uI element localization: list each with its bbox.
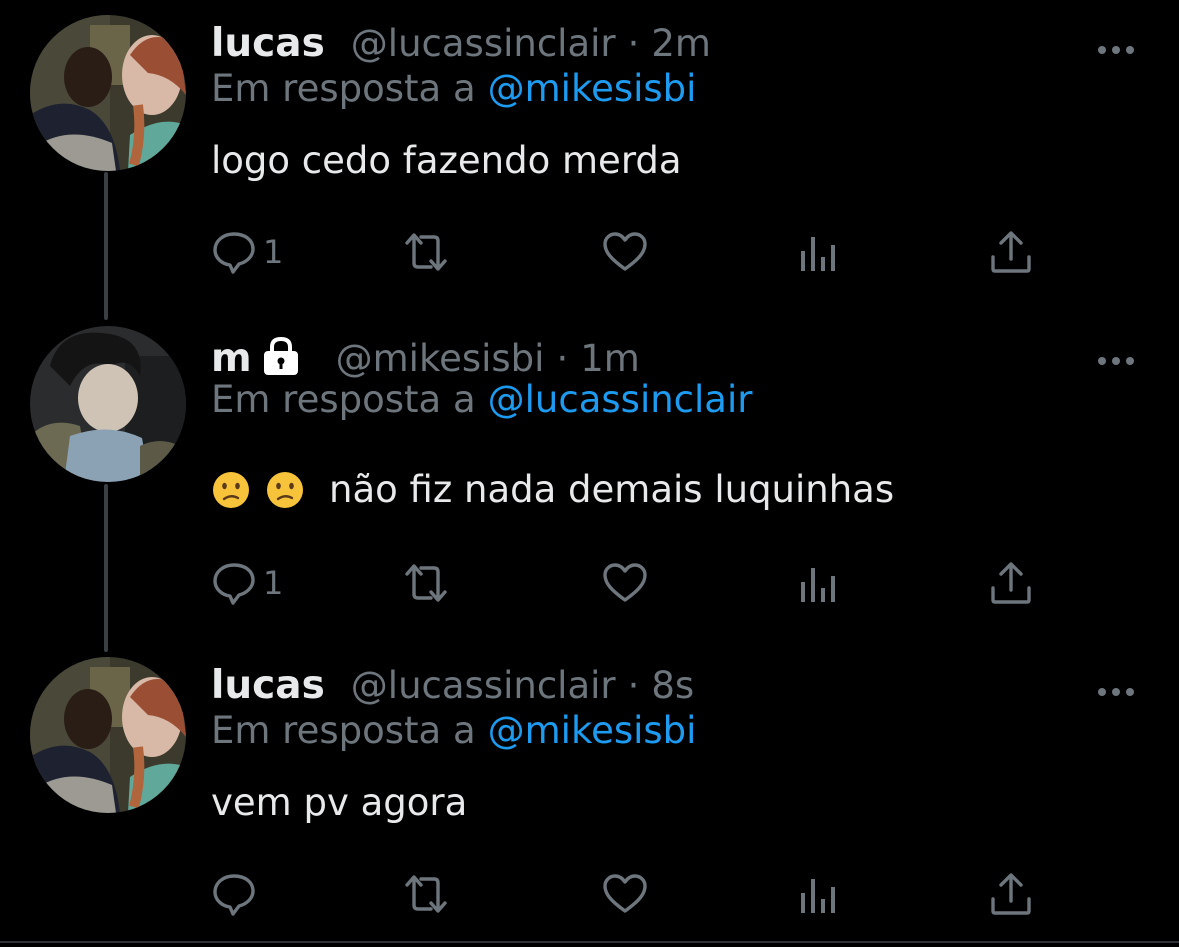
avatar[interactable]: [30, 657, 186, 813]
share-upload-icon: [991, 231, 1031, 273]
share-upload-icon: [991, 873, 1031, 915]
like-button[interactable]: [601, 558, 649, 608]
more-horizontal-icon[interactable]: [1096, 685, 1136, 699]
reply-mention-link[interactable]: @mikesisbi: [488, 67, 697, 110]
display-name[interactable]: m: [211, 336, 252, 381]
tweet-actions: [211, 869, 1061, 919]
reply-prefix: Em resposta a: [211, 709, 476, 752]
tweet-thread: lucas @lucassinclair · 2m Em resposta a @…: [0, 0, 1179, 947]
tweet-text: não fiz nada demais luquinhas: [211, 468, 894, 511]
avatar-photo-mike: [30, 326, 186, 482]
reply-mention-link[interactable]: @lucassinclair: [488, 378, 753, 421]
more-horizontal-icon[interactable]: [1096, 354, 1136, 368]
heart-icon: [603, 232, 647, 271]
reply-prefix: Em resposta a: [211, 67, 476, 110]
reply-context: Em resposta a @mikesisbi: [211, 67, 696, 110]
reply-bubble-icon: [213, 563, 255, 605]
display-name[interactable]: lucas: [211, 21, 325, 66]
reply-prefix: Em resposta a: [211, 378, 476, 421]
display-name[interactable]: lucas: [211, 663, 325, 708]
timestamp[interactable]: 1m: [580, 337, 640, 380]
share-upload-icon: [991, 562, 1031, 604]
heart-icon: [603, 563, 647, 602]
retweet-icon: [405, 875, 447, 913]
tweet-header: lucas @lucassinclair · 8s: [211, 657, 694, 713]
share-button[interactable]: [989, 227, 1033, 277]
views-bar-chart-icon: [801, 568, 835, 602]
bottom-divider: [0, 941, 1179, 943]
views-bar-chart-icon: [801, 237, 835, 271]
separator-dot: ·: [627, 21, 640, 65]
reply-button[interactable]: 1: [211, 227, 283, 277]
tweet[interactable]: m @mikesisbi · 1m Em resposta a @lucassin…: [0, 326, 1179, 626]
timestamp[interactable]: 8s: [651, 664, 694, 707]
lock-icon: [260, 336, 302, 376]
user-handle[interactable]: @lucassinclair: [351, 22, 616, 65]
views-button[interactable]: [799, 558, 839, 608]
share-button[interactable]: [989, 558, 1033, 608]
avatar-photo-lucas: [30, 657, 186, 813]
more-horizontal-icon[interactable]: [1096, 43, 1136, 57]
reply-bubble-icon: [213, 874, 255, 916]
retweet-icon: [405, 233, 447, 271]
avatar[interactable]: [30, 326, 186, 482]
avatar[interactable]: [30, 15, 186, 171]
reply-context: Em resposta a @lucassinclair: [211, 378, 752, 421]
reply-button[interactable]: [211, 869, 263, 919]
tweet-header: lucas @lucassinclair · 2m: [211, 15, 711, 71]
reply-bubble-icon: [213, 232, 255, 274]
views-button[interactable]: [799, 869, 839, 919]
share-button[interactable]: [989, 869, 1033, 919]
confused-face-emoji: [211, 470, 251, 510]
retweet-button[interactable]: [401, 227, 451, 277]
reply-button[interactable]: 1: [211, 558, 283, 608]
reply-mention-link[interactable]: @mikesisbi: [488, 709, 697, 752]
tweet[interactable]: lucas @lucassinclair · 8s Em resposta a @…: [0, 657, 1179, 927]
views-button[interactable]: [799, 227, 839, 277]
user-handle[interactable]: @lucassinclair: [351, 664, 616, 707]
retweet-button[interactable]: [401, 869, 451, 919]
separator-dot: ·: [627, 663, 640, 707]
tweet-text: logo cedo fazendo merda: [211, 139, 682, 182]
confused-face-emoji: [265, 470, 305, 510]
views-bar-chart-icon: [801, 879, 835, 913]
like-button[interactable]: [601, 227, 649, 277]
avatar-photo-lucas: [30, 15, 186, 171]
reply-context: Em resposta a @mikesisbi: [211, 709, 696, 752]
tweet-actions: 1: [211, 227, 1061, 277]
heart-icon: [603, 874, 647, 913]
tweet-text: vem pv agora: [211, 781, 468, 824]
retweet-button[interactable]: [401, 558, 451, 608]
tweet[interactable]: lucas @lucassinclair · 2m Em resposta a @…: [0, 15, 1179, 305]
reply-count: 1: [263, 233, 284, 271]
retweet-icon: [405, 564, 447, 602]
user-handle[interactable]: @mikesisbi: [336, 337, 545, 380]
separator-dot: ·: [556, 336, 569, 380]
timestamp[interactable]: 2m: [651, 22, 711, 65]
like-button[interactable]: [601, 869, 649, 919]
tweet-actions: 1: [211, 558, 1061, 608]
reply-count: 1: [263, 564, 284, 602]
tweet-text-body: não fiz nada demais luquinhas: [329, 468, 895, 511]
